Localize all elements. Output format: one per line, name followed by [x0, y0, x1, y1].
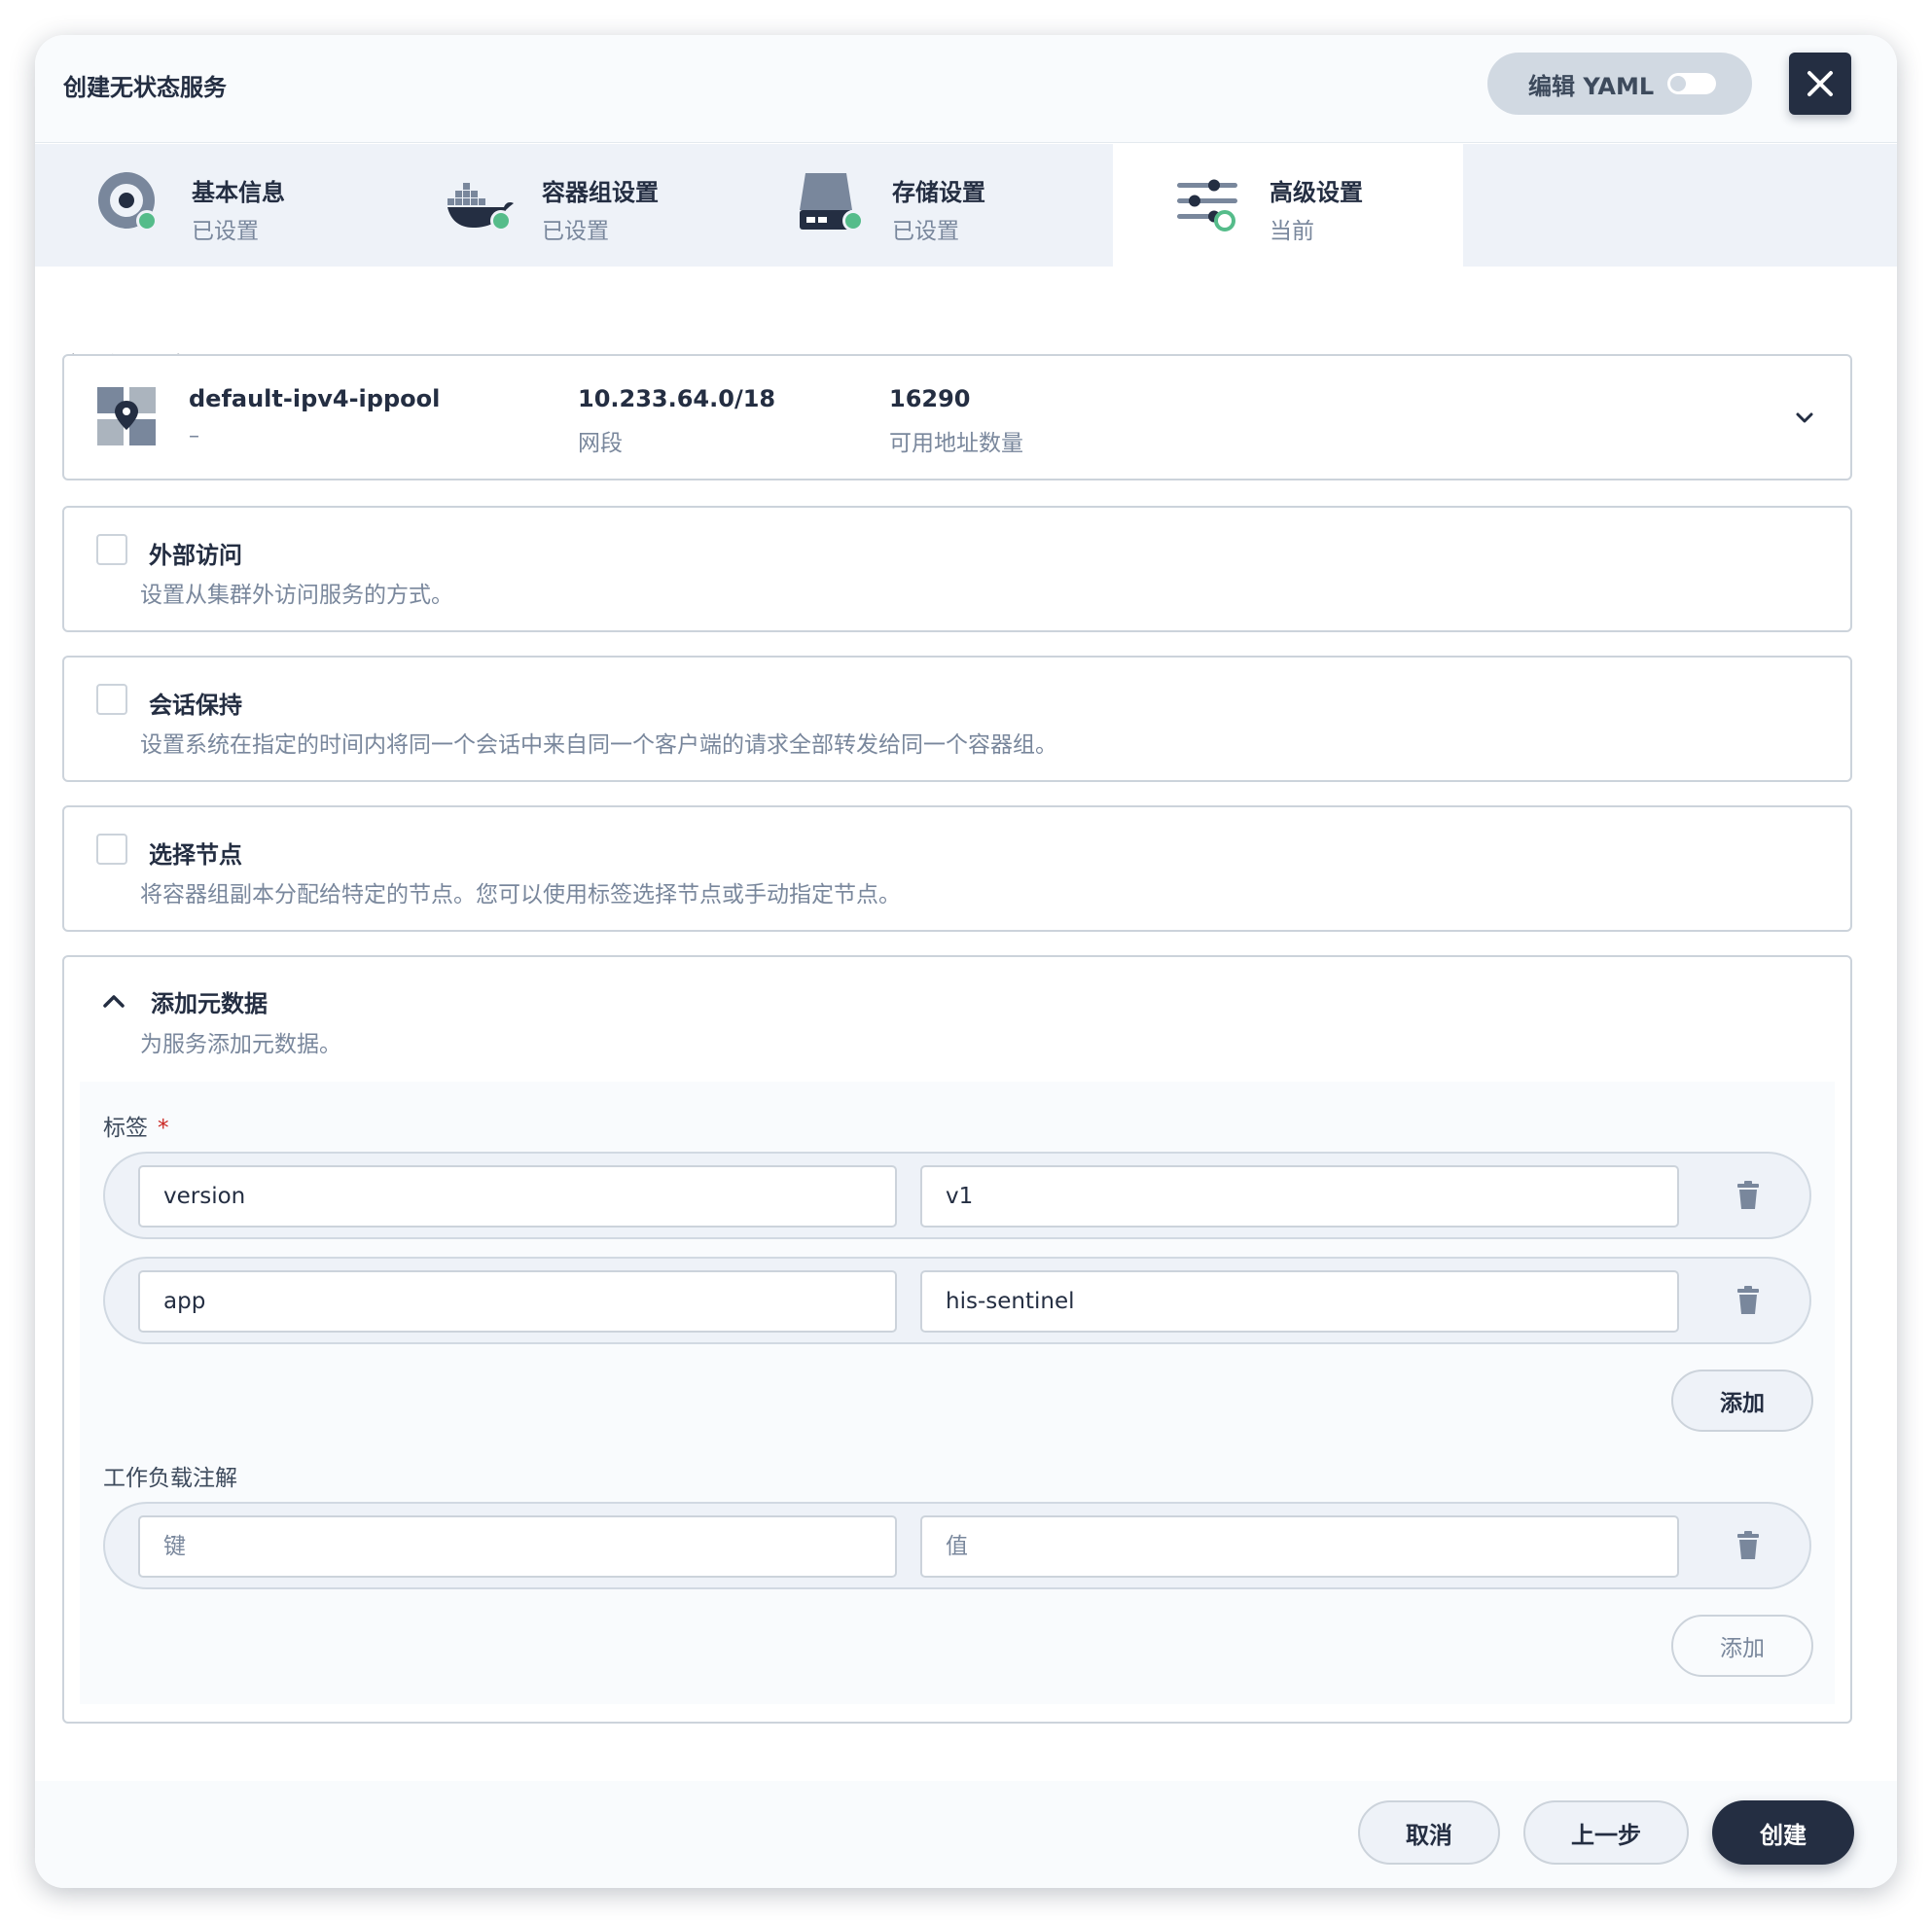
- option-description: 设置从集群外访问服务的方式。: [140, 583, 453, 608]
- annotation-row: [103, 1502, 1811, 1589]
- step-title: 基本信息: [192, 179, 285, 206]
- step-container-group[interactable]: 容器组设置 已设置: [385, 144, 735, 267]
- sliders-icon: [1175, 171, 1241, 237]
- storage-drive-icon: [798, 171, 864, 237]
- label-row: [103, 1257, 1811, 1344]
- ip-pool-available-count: 16290: [889, 385, 971, 412]
- step-complete-dot: [842, 210, 864, 231]
- ip-pool-selector[interactable]: default-ipv4-ippool – 10.233.64.0/18 网段 …: [62, 354, 1852, 480]
- create-service-dialog: 创建无状态服务 编辑 YAML 基本信息 已设置 容器组设置 已设置 存储设置 …: [35, 35, 1897, 1888]
- option-title: 外部访问: [149, 542, 242, 569]
- labels-heading: 标签 *: [103, 1109, 169, 1142]
- step-complete-dot: [490, 210, 512, 231]
- step-title: 高级设置: [1270, 179, 1363, 206]
- session-affinity-checkbox[interactable]: [96, 684, 127, 715]
- create-button[interactable]: 创建: [1712, 1800, 1854, 1865]
- annotation-value-input[interactable]: [920, 1515, 1679, 1578]
- ip-pool-cidr-label: 网段: [578, 431, 623, 456]
- docker-whale-icon: [447, 171, 514, 237]
- cancel-button[interactable]: 取消: [1358, 1800, 1500, 1865]
- option-description: 设置系统在指定的时间内将同一个会话中来自同一个客户端的请求全部转发给同一个容器组…: [140, 732, 1057, 758]
- add-label-button[interactable]: 添加: [1671, 1370, 1813, 1432]
- previous-button[interactable]: 上一步: [1523, 1800, 1689, 1865]
- dialog-header: 创建无状态服务 编辑 YAML: [35, 35, 1897, 143]
- add-annotation-button[interactable]: 添加: [1671, 1615, 1813, 1677]
- ip-pool-available-label: 可用地址数量: [889, 431, 1023, 456]
- close-icon: [1807, 71, 1833, 96]
- step-complete-dot: [136, 210, 158, 231]
- trash-icon[interactable]: [1735, 1181, 1761, 1210]
- step-status: 已设置: [542, 219, 609, 244]
- chevron-up-icon[interactable]: [101, 990, 126, 1012]
- step-status: 已设置: [192, 219, 259, 244]
- labels-label: 标签: [103, 1116, 148, 1141]
- step-title: 容器组设置: [542, 179, 659, 206]
- chevron-down-icon[interactable]: [1794, 407, 1815, 428]
- external-access-checkbox[interactable]: [96, 534, 127, 565]
- option-description: 将容器组副本分配给特定的节点。您可以使用标签选择节点或手动指定节点。: [140, 882, 901, 908]
- node-selector-checkbox[interactable]: [96, 834, 127, 865]
- step-advanced-settings[interactable]: 高级设置 当前: [1113, 144, 1463, 267]
- ip-pool-description: –: [189, 424, 199, 448]
- label-key-input[interactable]: [138, 1270, 897, 1333]
- toggle-switch-icon[interactable]: [1667, 73, 1717, 94]
- step-current-ring: [1214, 210, 1235, 231]
- label-value-input[interactable]: [920, 1270, 1679, 1333]
- step-basic-info[interactable]: 基本信息 已设置: [35, 144, 385, 267]
- close-button[interactable]: [1789, 53, 1851, 115]
- step-storage[interactable]: 存储设置 已设置: [735, 144, 1086, 267]
- step-status: 当前: [1270, 219, 1314, 244]
- dialog-title: 创建无状态服务: [63, 74, 227, 101]
- session-affinity-option: 会话保持 设置系统在指定的时间内将同一个会话中来自同一个客户端的请求全部转发给同…: [62, 656, 1852, 782]
- annotation-key-input[interactable]: [138, 1515, 897, 1578]
- label-row: [103, 1152, 1811, 1239]
- required-mark: *: [158, 1116, 169, 1141]
- ip-pool-name: default-ipv4-ippool: [189, 385, 441, 412]
- ip-pool-cidr: 10.233.64.0/18: [578, 385, 776, 412]
- step-status: 已设置: [892, 219, 959, 244]
- metadata-panel: 标签 * version v1 app his-sentinel 添加 工作负载…: [80, 1082, 1835, 1704]
- trash-icon[interactable]: [1735, 1286, 1761, 1315]
- option-title: 选择节点: [149, 841, 242, 869]
- option-title: 会话保持: [149, 692, 242, 719]
- eye-disc-icon: [97, 171, 163, 237]
- ip-pool-map-icon: [97, 387, 156, 445]
- metadata-section: 添加元数据 为服务添加元数据。 标签 * version v1 app his-…: [62, 955, 1852, 1724]
- metadata-title: 添加元数据: [151, 990, 268, 1017]
- trash-icon[interactable]: [1735, 1531, 1761, 1560]
- label-key-input[interactable]: [138, 1165, 897, 1228]
- wizard-steps: 基本信息 已设置 容器组设置 已设置 存储设置 已设置 高级设置 当前: [35, 144, 1897, 267]
- edit-yaml-label: 编辑 YAML: [1528, 72, 1655, 100]
- label-value-input[interactable]: [920, 1165, 1679, 1228]
- dialog-footer: 取消 上一步 创建: [35, 1781, 1897, 1888]
- node-selector-option: 选择节点 将容器组副本分配给特定的节点。您可以使用标签选择节点或手动指定节点。: [62, 805, 1852, 932]
- metadata-description: 为服务添加元数据。: [140, 1032, 341, 1057]
- edit-yaml-toggle[interactable]: 编辑 YAML: [1487, 53, 1752, 115]
- external-access-option: 外部访问 设置从集群外访问服务的方式。: [62, 506, 1852, 632]
- step-title: 存储设置: [892, 179, 985, 206]
- annotations-label: 工作负载注解: [103, 1466, 237, 1491]
